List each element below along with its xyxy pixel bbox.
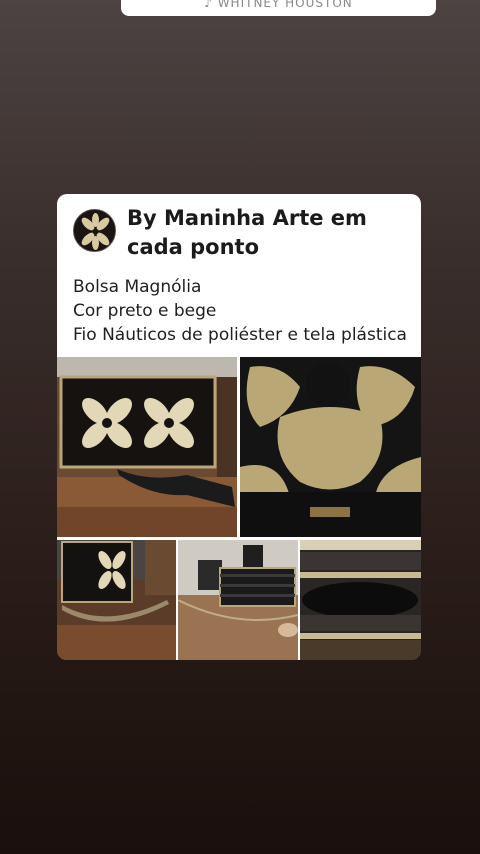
- bag-side-view-photo[interactable]: [178, 540, 298, 660]
- post-caption: Bolsa Magnólia Cor preto e bege Fio Náut…: [73, 275, 411, 347]
- bag-with-strap-photo[interactable]: [57, 540, 176, 660]
- crochet-flower-closeup-photo[interactable]: [240, 357, 421, 537]
- post-header: By Maninha Arte em cada ponto: [57, 194, 421, 264]
- caption-line: Bolsa Magnólia: [73, 277, 202, 297]
- caption-line: Cor preto e bege: [73, 301, 217, 321]
- music-sticker-text: ♪ WHITNEY HOUSTON: [204, 0, 353, 10]
- author-avatar[interactable]: [73, 209, 116, 252]
- crochet-bag-front-photo[interactable]: [57, 357, 237, 537]
- bag-interior-photo[interactable]: [300, 540, 421, 660]
- caption-line: Fio Náuticos de poliéster e tela plástic…: [73, 325, 407, 345]
- photo-grid: [57, 357, 421, 660]
- author-name[interactable]: By Maninha Arte em cada ponto: [127, 204, 413, 262]
- shared-post-card[interactable]: By Maninha Arte em cada ponto Bolsa Magn…: [57, 194, 421, 660]
- music-sticker-card[interactable]: ♪ WHITNEY HOUSTON: [121, 0, 436, 16]
